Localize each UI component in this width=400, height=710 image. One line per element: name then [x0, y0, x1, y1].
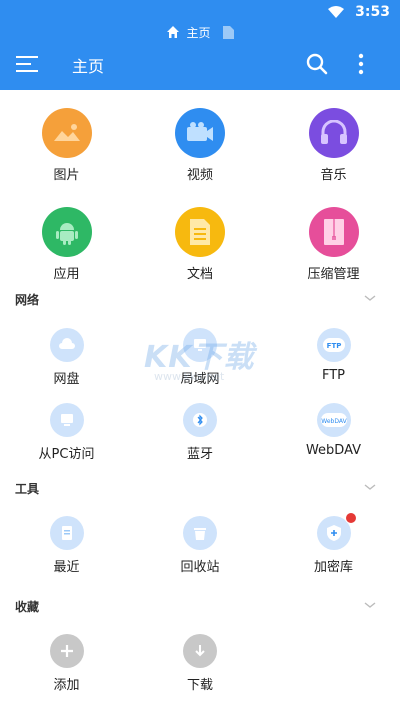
status-time: 3:53 [355, 4, 390, 20]
tile-videos-label: 视频 [186, 168, 213, 183]
tile-recycle-bin-label: 回收站 [180, 560, 220, 575]
svg-text:FTP: FTP [326, 342, 341, 350]
document-icon [175, 207, 225, 257]
tile-bluetooth-label: 蓝牙 [186, 447, 213, 462]
top-bar: 3:53 主页 主页 [0, 0, 400, 90]
tile-bluetooth[interactable]: 蓝牙 [133, 403, 267, 462]
chevron-down-icon[interactable] [364, 482, 376, 492]
breadcrumb: 主页 [0, 22, 400, 42]
tile-download[interactable]: 下载 [133, 634, 267, 693]
pc-access-icon [49, 403, 84, 437]
archive-icon [308, 207, 359, 257]
tile-recent-label: 最近 [53, 560, 80, 575]
download-icon [183, 634, 217, 668]
tile-webdav-label: WebDAV [305, 443, 362, 458]
tile-add-label: 添加 [53, 678, 80, 693]
favorites-grid: 添加 下载 [0, 634, 400, 693]
section-title-tools: 工具 [15, 482, 40, 496]
tile-recent[interactable]: 最近 [0, 516, 133, 575]
page-title: 主页 [72, 57, 105, 76]
more-options-icon[interactable] [356, 52, 366, 76]
category-grid: 图片 视频 音乐 应用 文档 压缩管理 [0, 108, 400, 282]
svg-text:WebDAV: WebDAV [321, 418, 347, 425]
search-icon[interactable] [305, 52, 329, 76]
network-grid: 网盘 局域网 FTP FTP 从PC访问 蓝牙 WebDAV WebDAV [0, 328, 400, 462]
tile-vault-label: 加密库 [313, 560, 353, 575]
add-icon [49, 634, 84, 668]
tile-music-label: 音乐 [320, 168, 347, 183]
webdav-icon: WebDAV [316, 403, 351, 437]
tile-recycle-bin[interactable]: 回收站 [133, 516, 267, 575]
breadcrumb-home-label[interactable]: 主页 [186, 24, 210, 41]
section-title-favorites: 收藏 [15, 600, 40, 614]
tile-vault[interactable]: 加密库 [267, 512, 400, 575]
menu-icon[interactable] [16, 54, 40, 74]
tile-webdav[interactable]: WebDAV WebDAV [267, 403, 400, 462]
section-title-network: 网络 [15, 293, 40, 307]
tile-cloud-drive-label: 网盘 [53, 372, 80, 387]
bluetooth-icon [183, 403, 217, 437]
section-header-network[interactable]: 网络 [0, 289, 400, 309]
tile-documents-label: 文档 [186, 267, 213, 282]
tile-videos[interactable]: 视频 [133, 108, 267, 183]
image-icon [41, 108, 92, 158]
home-icon[interactable] [166, 25, 180, 39]
cloud-icon [49, 328, 84, 362]
tile-cloud-drive[interactable]: 网盘 [0, 328, 133, 387]
tile-add[interactable]: 添加 [0, 634, 133, 693]
tile-images[interactable]: 图片 [0, 108, 133, 183]
tile-lan[interactable]: 局域网 [133, 328, 267, 387]
status-bar: 3:53 [0, 0, 400, 24]
chevron-down-icon[interactable] [364, 293, 376, 303]
android-icon [41, 207, 92, 257]
tile-archives[interactable]: 压缩管理 [267, 207, 400, 282]
tile-download-label: 下载 [186, 678, 213, 693]
wifi-icon [328, 6, 344, 18]
chevron-down-icon[interactable] [364, 600, 376, 610]
tile-pc-access-label: 从PC访问 [38, 447, 95, 462]
recent-icon [49, 516, 84, 550]
section-header-tools[interactable]: 工具 [0, 478, 400, 498]
recycle-bin-icon [183, 516, 217, 550]
tile-lan-label: 局域网 [180, 372, 220, 387]
tile-documents[interactable]: 文档 [133, 207, 267, 282]
tile-ftp[interactable]: FTP FTP [267, 328, 400, 387]
music-icon [308, 108, 359, 158]
app-bar: 主页 [0, 42, 400, 86]
tile-pc-access[interactable]: 从PC访问 [0, 403, 133, 462]
tile-ftp-label: FTP [321, 368, 346, 383]
document-small-icon [222, 25, 234, 39]
ftp-icon: FTP [316, 328, 351, 362]
vault-icon [316, 512, 357, 550]
section-header-favorites[interactable]: 收藏 [0, 596, 400, 616]
tools-grid: 最近 回收站 加密库 [0, 512, 400, 575]
tile-apps[interactable]: 应用 [0, 207, 133, 282]
tile-archives-label: 压缩管理 [307, 267, 360, 282]
tile-apps-label: 应用 [53, 267, 80, 282]
tile-music[interactable]: 音乐 [267, 108, 400, 183]
lan-icon [183, 328, 217, 362]
tile-images-label: 图片 [53, 168, 80, 183]
video-icon [175, 108, 225, 158]
alert-badge [344, 512, 357, 524]
